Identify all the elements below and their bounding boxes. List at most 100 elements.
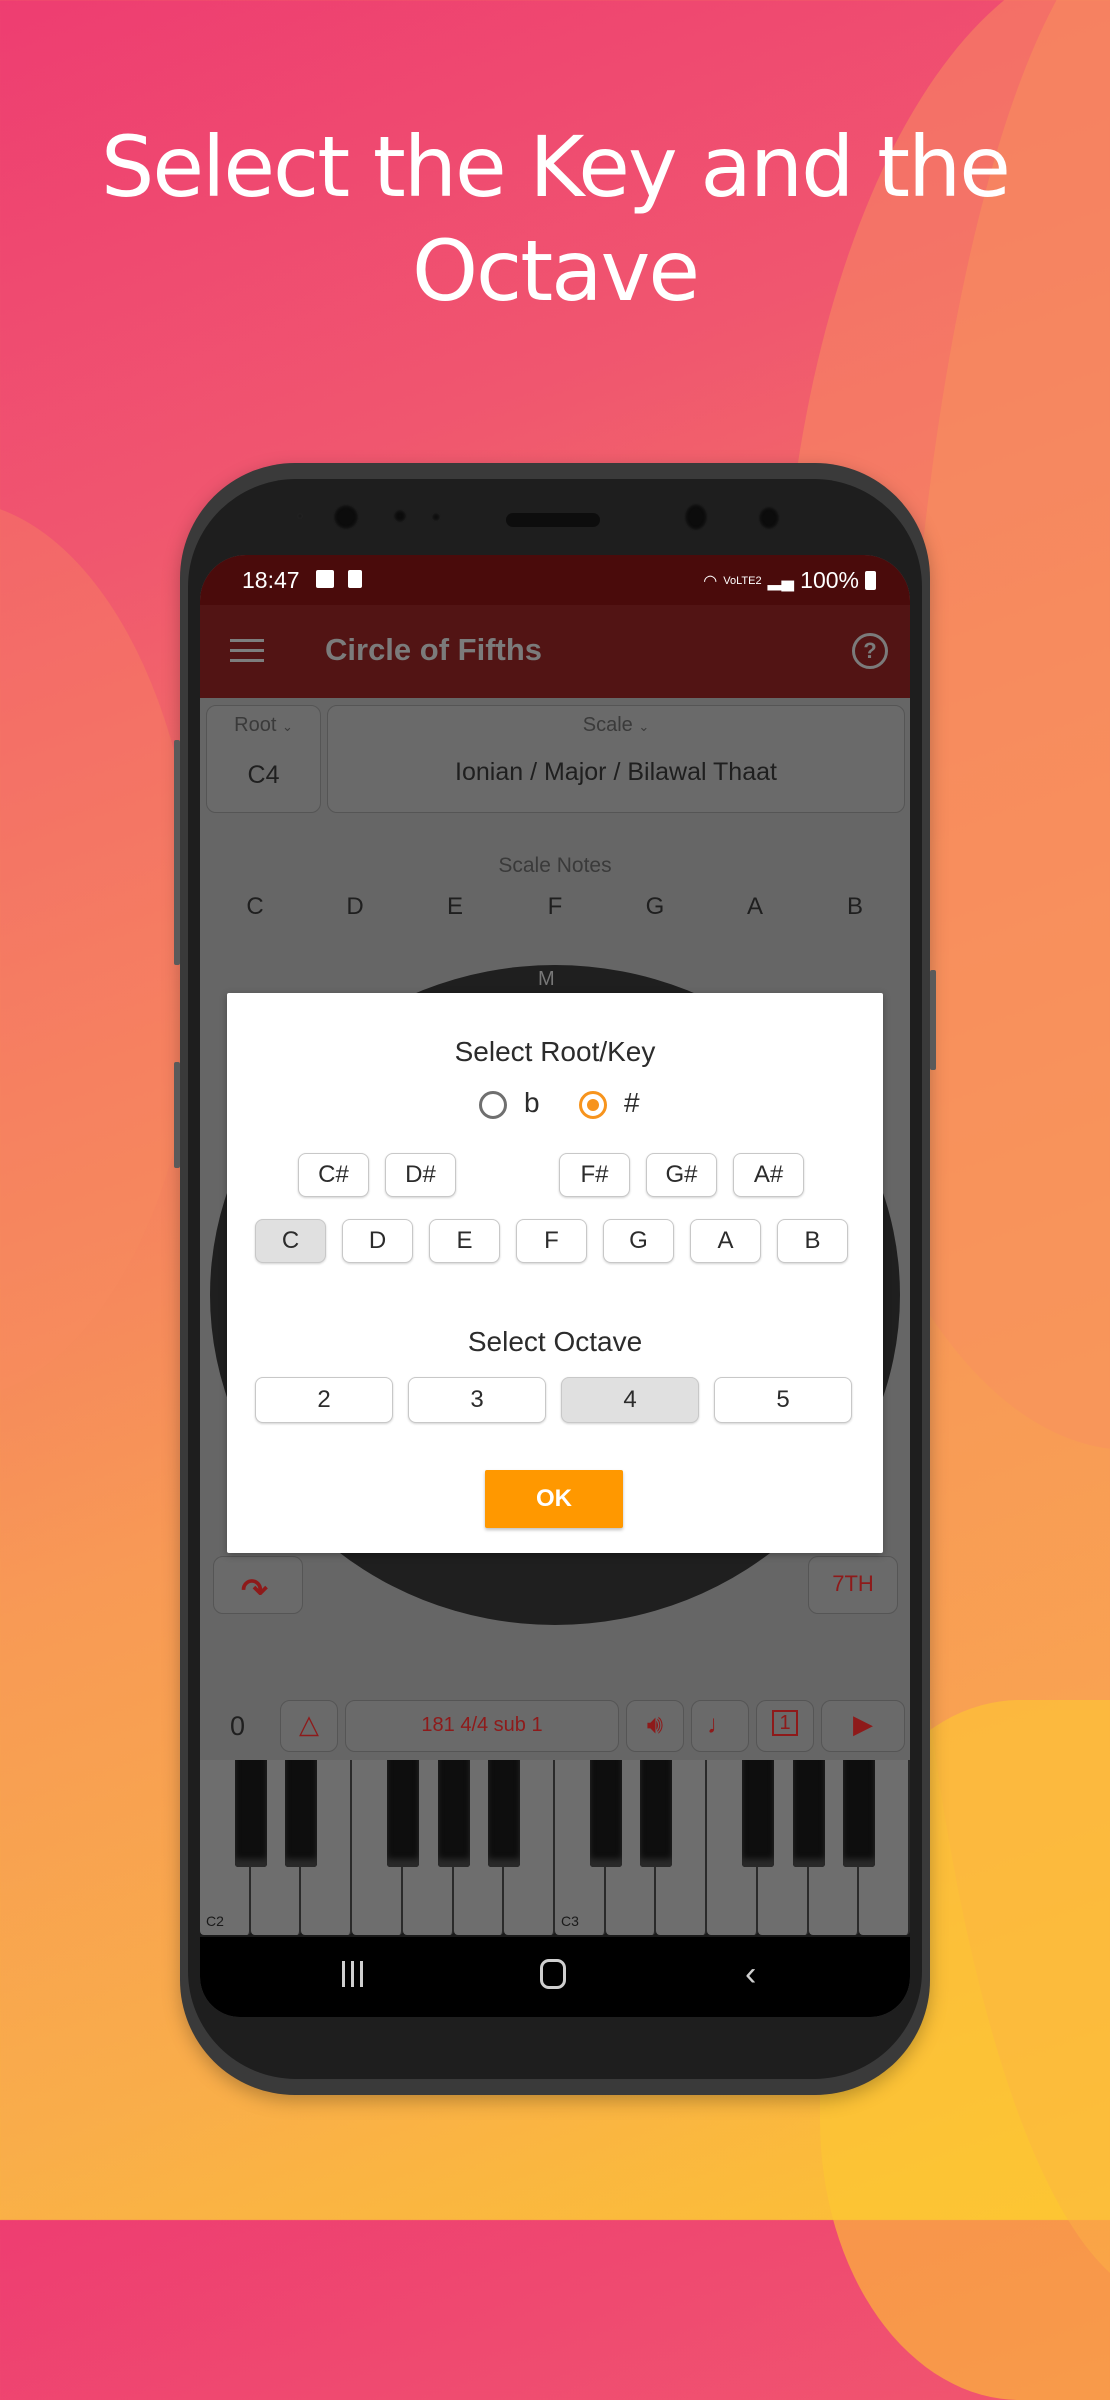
scale-note: B (846, 893, 863, 920)
octave-dialog-title: Select Octave (467, 1326, 643, 1357)
sharp-radio-label: # (624, 1087, 640, 1118)
root-dialog-title: Select Root/Key (454, 1036, 656, 1067)
piano-black-key[interactable] (234, 1760, 267, 1867)
piano-black-key[interactable] (437, 1760, 470, 1867)
scale-notes-label: Scale Notes (498, 854, 612, 877)
home-icon[interactable] (540, 1959, 566, 1989)
piano-black-key[interactable] (589, 1760, 622, 1867)
root-value: C4 (247, 761, 280, 789)
sharp-radio[interactable] (579, 1091, 607, 1119)
scale-selector[interactable]: Scale ⌄ Ionian / Major / Bilawal Thaat (327, 705, 905, 813)
status-time: 18:47 (242, 567, 300, 593)
battery-icon (865, 571, 876, 590)
key-button-d[interactable]: D (342, 1219, 413, 1263)
tempo-label: 181 4/4 sub 1 (421, 1714, 543, 1736)
beat-counter: 0 (230, 1711, 246, 1741)
piano-keyboard[interactable]: C2 C3 (200, 1760, 910, 1937)
tempo-button[interactable]: 181 4/4 sub 1 (345, 1700, 619, 1752)
app-title: Circle of Fifths (325, 632, 543, 667)
volte-label: VoLTE2 (723, 574, 762, 587)
system-nav-bar: ‹ (200, 1937, 910, 2017)
sensor-icon (758, 506, 780, 530)
status-bar: 18:47 ◠ VoLTE2 ▂▄ 100% (200, 555, 910, 605)
redo-button[interactable]: ↷ (213, 1556, 303, 1614)
key-button-g[interactable]: G (603, 1219, 674, 1263)
help-icon[interactable]: ? (852, 633, 888, 669)
piano-black-key[interactable] (386, 1760, 419, 1867)
scale-label: Scale ⌄ (582, 714, 650, 736)
headline-line-1: Select the Key and the (101, 118, 1011, 216)
hamburger-menu-icon[interactable] (230, 639, 264, 663)
scale-value: Ionian / Major / Bilawal Thaat (455, 758, 777, 786)
key-button-b[interactable]: B (777, 1219, 848, 1263)
phone-side-button (174, 740, 180, 965)
chevron-down-icon: ⌄ (281, 719, 293, 734)
scale-note: G (645, 893, 665, 920)
app-bar: Circle of Fifths ? (200, 605, 910, 698)
flat-radio-label: b (524, 1087, 540, 1118)
signal-icon: ▂▄ (767, 570, 795, 590)
screen-record-icon (348, 570, 362, 588)
redo-icon: ↷ (241, 1572, 268, 1608)
metronome-icon: △ (299, 1709, 319, 1739)
sensor-icon (393, 509, 407, 523)
guitar-icon: ♩ (707, 1709, 733, 1739)
key-button-c[interactable]: C (255, 1219, 326, 1263)
chord-type-button[interactable]: 7TH (808, 1556, 898, 1614)
sensor-icon (431, 512, 441, 522)
flat-radio[interactable] (479, 1091, 507, 1119)
key-button-d-sharp[interactable]: D# (385, 1153, 456, 1197)
repeat-one-button[interactable]: 1 (756, 1700, 814, 1752)
scale-note: F (547, 893, 563, 920)
circle-mode-letter: M (538, 968, 555, 990)
piano-black-key[interactable] (843, 1760, 876, 1867)
instrument-button[interactable]: ♩ (691, 1700, 749, 1752)
root-label: Root ⌄ (234, 714, 293, 736)
key-button-c-sharp[interactable]: C# (298, 1153, 369, 1197)
headline-line-2: Octave (411, 222, 700, 320)
promo-headline: Select the Key and the Octave (0, 115, 1110, 323)
scale-note: C (246, 893, 264, 920)
key-button-g-sharp[interactable]: G# (646, 1153, 717, 1197)
wifi-icon: ◠ (703, 572, 718, 590)
play-button[interactable]: ▶ (821, 1700, 905, 1752)
octave-button-3[interactable]: 3 (408, 1377, 546, 1423)
key-button-a-sharp[interactable]: A# (733, 1153, 804, 1197)
octave-key-label: C2 (206, 1913, 224, 1929)
piano-black-key[interactable] (741, 1760, 774, 1867)
octave-button-2[interactable]: 2 (255, 1377, 393, 1423)
octave-button-4[interactable]: 4 (561, 1377, 699, 1423)
key-button-f[interactable]: F (516, 1219, 587, 1263)
volume-button[interactable]: 🔊︎ (626, 1700, 684, 1752)
key-button-a[interactable]: A (690, 1219, 761, 1263)
piano-black-key[interactable] (792, 1760, 825, 1867)
piano-black-key[interactable] (285, 1760, 318, 1867)
piano-black-key[interactable] (488, 1760, 521, 1867)
phone-side-button (174, 1062, 180, 1168)
sensor-icon (297, 513, 303, 519)
key-button-e[interactable]: E (429, 1219, 500, 1263)
front-camera-icon (333, 504, 359, 530)
phone-side-button (930, 970, 936, 1070)
metronome-button[interactable]: △ (280, 1700, 338, 1752)
key-button-f-sharp[interactable]: F# (559, 1153, 630, 1197)
recents-icon[interactable] (342, 1961, 366, 1987)
play-icon: ▶ (853, 1709, 873, 1739)
scale-note: E (446, 893, 463, 920)
ok-button[interactable]: OK (485, 1470, 623, 1528)
piano-black-key[interactable] (640, 1760, 673, 1867)
earpiece-speaker (506, 513, 600, 527)
select-root-dialog: Select Root/Key b # C# D# F# G# A# CDEFGAB S… (227, 993, 883, 1553)
gallery-icon (316, 570, 334, 588)
root-selector[interactable]: Root ⌄ C4 (206, 705, 321, 813)
scale-note: A (746, 893, 763, 920)
chevron-down-icon: ⌄ (638, 719, 650, 734)
octave-key-label: C3 (561, 1913, 579, 1929)
status-right: ◠ VoLTE2 ▂▄ 100% (703, 567, 876, 594)
chord-type-label: 7TH (832, 1571, 874, 1596)
front-camera-icon (684, 503, 708, 531)
octave-button-5[interactable]: 5 (714, 1377, 852, 1423)
volume-icon: 🔊︎ (646, 1709, 664, 1739)
repeat-one-icon: 1 (757, 1710, 813, 1736)
back-icon[interactable]: ‹ (745, 1955, 756, 1994)
